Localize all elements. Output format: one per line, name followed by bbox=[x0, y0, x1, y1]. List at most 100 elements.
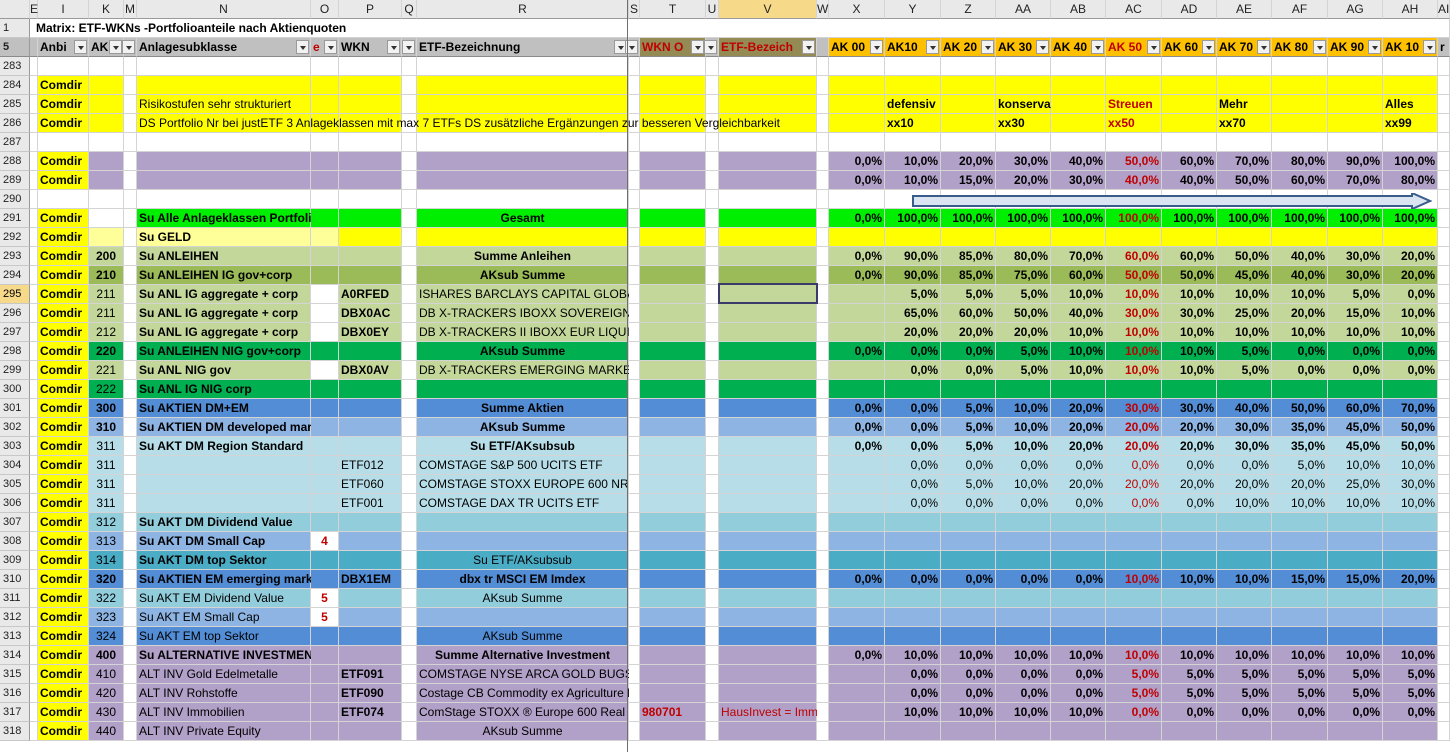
cell-anbieter[interactable]: Comdir bbox=[38, 304, 89, 323]
cell-n[interactable] bbox=[137, 190, 311, 209]
cell-t[interactable] bbox=[640, 95, 706, 114]
cell-t[interactable] bbox=[640, 209, 706, 228]
cell-ak-value[interactable]: 75,0% bbox=[996, 266, 1051, 285]
cell-ai[interactable] bbox=[1438, 551, 1450, 570]
cell-ak-value[interactable]: 70,0% bbox=[1328, 171, 1383, 190]
cell-e[interactable] bbox=[30, 494, 38, 513]
cell-i[interactable] bbox=[38, 133, 89, 152]
cell-t[interactable] bbox=[640, 513, 706, 532]
column-header-aa[interactable]: AA bbox=[996, 0, 1051, 19]
cell-e[interactable] bbox=[30, 266, 38, 285]
cell-m[interactable] bbox=[124, 57, 137, 76]
cell-x[interactable] bbox=[829, 456, 885, 475]
cell-ak-value[interactable]: 5,0% bbox=[1383, 665, 1438, 684]
cell-anlagesubklasse[interactable]: Su AKT DM Dividend Value bbox=[137, 513, 311, 532]
cell-m[interactable] bbox=[124, 304, 137, 323]
cell-aa[interactable] bbox=[996, 627, 1051, 646]
cell-anbieter[interactable]: Comdir bbox=[38, 665, 89, 684]
cell-z[interactable] bbox=[941, 76, 996, 95]
cell-ak-value[interactable]: 100,0% bbox=[1051, 209, 1106, 228]
cell-ak-value[interactable]: 0,0% bbox=[885, 342, 941, 361]
cell-k[interactable] bbox=[89, 95, 124, 114]
cell-t[interactable] bbox=[640, 361, 706, 380]
cell-ak-value[interactable]: 40,0% bbox=[1272, 247, 1328, 266]
cell-wkn[interactable]: DBX1EM bbox=[339, 570, 402, 589]
cell-ak-value[interactable]: 0,0% bbox=[1051, 684, 1106, 703]
cell-s[interactable] bbox=[629, 342, 640, 361]
cell-ak-value[interactable]: 0,0% bbox=[829, 171, 885, 190]
cell-ak-value[interactable]: 30,0% bbox=[1106, 399, 1162, 418]
column-header-ah[interactable]: AH bbox=[1383, 0, 1438, 19]
cell-ak-value[interactable]: 25,0% bbox=[1217, 304, 1272, 323]
cell-risk-label[interactable]: xx70 bbox=[1217, 114, 1272, 133]
cell-ak-value[interactable]: 0,0% bbox=[1383, 703, 1438, 722]
cell-ab[interactable] bbox=[1051, 380, 1106, 399]
cell-m[interactable] bbox=[124, 323, 137, 342]
cell-ai[interactable] bbox=[1438, 361, 1450, 380]
cell-ak-value[interactable]: 10,0% bbox=[1272, 494, 1328, 513]
cell-ae[interactable] bbox=[1217, 589, 1272, 608]
header-ak-quote[interactable]: AK 10 bbox=[1383, 38, 1438, 57]
cell-ak-code[interactable]: 211 bbox=[89, 304, 124, 323]
cell-e[interactable] bbox=[30, 76, 38, 95]
cell-v[interactable] bbox=[719, 285, 817, 304]
column-header-s[interactable]: S bbox=[629, 0, 640, 19]
cell-q[interactable] bbox=[402, 399, 417, 418]
cell-ak-value[interactable]: 50,0% bbox=[1217, 247, 1272, 266]
column-header-n[interactable]: N bbox=[137, 0, 311, 19]
cell-v[interactable] bbox=[719, 228, 817, 247]
cell-anbieter[interactable]: Comdir bbox=[38, 437, 89, 456]
cell-ah[interactable] bbox=[1383, 228, 1438, 247]
cell-e[interactable] bbox=[30, 342, 38, 361]
column-header-ad[interactable]: AD bbox=[1162, 0, 1217, 19]
cell-e[interactable] bbox=[30, 190, 38, 209]
cell-ak-value[interactable]: 0,0% bbox=[829, 152, 885, 171]
cell-p[interactable] bbox=[339, 133, 402, 152]
cell-anlagesubklasse[interactable]: Su ANLEIHEN NIG gov+corp bbox=[137, 342, 311, 361]
row-header[interactable]: 286 bbox=[0, 114, 30, 133]
cell-ak-value[interactable]: 10,0% bbox=[1383, 323, 1438, 342]
cell-ak-value[interactable]: 85,0% bbox=[941, 247, 996, 266]
cell-t[interactable] bbox=[640, 342, 706, 361]
cell-ak-value[interactable]: 100,0% bbox=[1106, 209, 1162, 228]
cell-ak-value[interactable]: 85,0% bbox=[941, 266, 996, 285]
cell-ak-value[interactable]: 70,0% bbox=[1051, 247, 1106, 266]
cell-ak-value[interactable]: 0,0% bbox=[1217, 456, 1272, 475]
cell-aa[interactable] bbox=[996, 228, 1051, 247]
cell-n[interactable] bbox=[137, 171, 311, 190]
header-ak-quote[interactable]: AK 20 bbox=[941, 38, 996, 57]
cell-z[interactable] bbox=[941, 133, 996, 152]
cell-n[interactable] bbox=[137, 76, 311, 95]
cell-ak-value[interactable]: 0,0% bbox=[996, 570, 1051, 589]
cell-ak-value[interactable]: 30,0% bbox=[1383, 475, 1438, 494]
cell-ai[interactable] bbox=[1438, 722, 1450, 741]
cell-m[interactable] bbox=[124, 646, 137, 665]
cell-o[interactable] bbox=[311, 703, 339, 722]
cell-x[interactable] bbox=[829, 703, 885, 722]
filter-dropdown-button[interactable] bbox=[691, 40, 704, 54]
cell-u[interactable] bbox=[706, 190, 719, 209]
cell-e[interactable] bbox=[30, 703, 38, 722]
cell-ak-value[interactable]: 0,0% bbox=[1051, 456, 1106, 475]
cell-ac[interactable] bbox=[1106, 133, 1162, 152]
cell-ah[interactable] bbox=[1383, 380, 1438, 399]
cell-t[interactable] bbox=[640, 190, 706, 209]
cell-ai[interactable] bbox=[1438, 285, 1450, 304]
cell-o[interactable] bbox=[311, 437, 339, 456]
row-header[interactable]: 305 bbox=[0, 475, 30, 494]
header-wkn-o[interactable]: WKN O bbox=[640, 38, 706, 57]
cell-t[interactable] bbox=[640, 665, 706, 684]
cell-ak-value[interactable]: 0,0% bbox=[829, 342, 885, 361]
cell-v[interactable] bbox=[719, 551, 817, 570]
cell-ak-value[interactable]: 10,0% bbox=[1162, 323, 1217, 342]
cell-x[interactable] bbox=[829, 323, 885, 342]
cell-wkn[interactable]: ETF001 bbox=[339, 494, 402, 513]
cell-anbieter[interactable]: Comdir bbox=[38, 114, 89, 133]
column-header-v[interactable]: V bbox=[719, 0, 817, 19]
cell-ak-value[interactable]: 100,0% bbox=[885, 209, 941, 228]
cell-q[interactable] bbox=[402, 152, 417, 171]
cell-w[interactable] bbox=[817, 418, 829, 437]
cell-w[interactable] bbox=[817, 646, 829, 665]
cell-s[interactable] bbox=[629, 361, 640, 380]
cell-y[interactable] bbox=[885, 722, 941, 741]
